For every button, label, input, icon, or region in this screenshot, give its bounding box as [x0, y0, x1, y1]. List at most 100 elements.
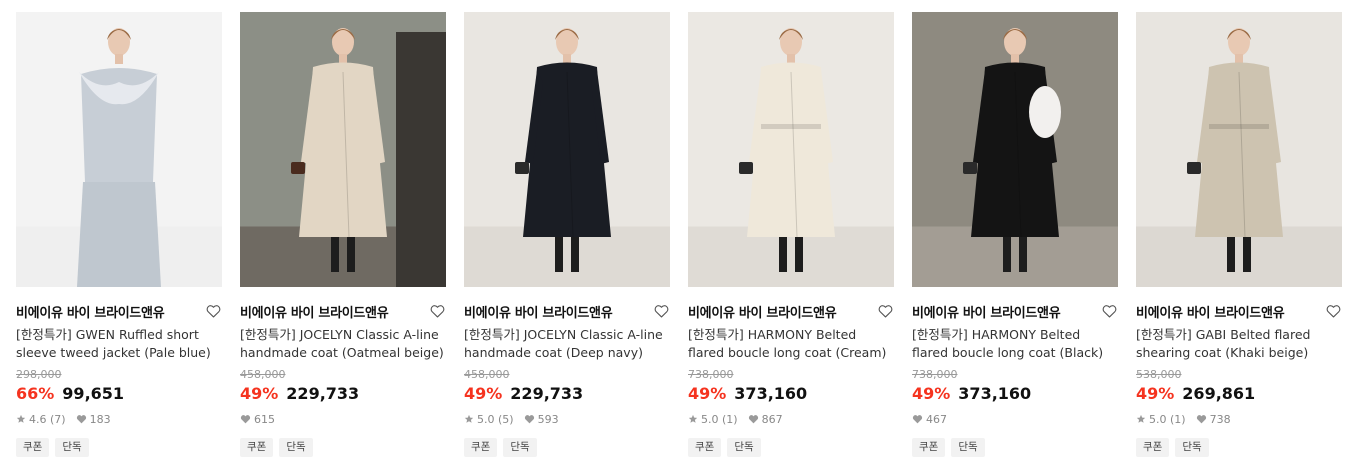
likes: 867: [748, 413, 783, 426]
rating-value: 4.6 (7): [29, 412, 66, 426]
likes-count: 183: [89, 412, 111, 426]
price-row: 49% 229,733: [240, 384, 446, 406]
brand-name[interactable]: 비에이유 바이 브라이드앤유: [240, 302, 389, 321]
heart-filled-icon: [240, 415, 251, 424]
price-row: 49% 373,160: [688, 384, 894, 406]
brand-row: 비에이유 바이 브라이드앤유: [464, 302, 670, 321]
rating: 4.6 (7): [16, 413, 66, 426]
original-price: 738,000: [688, 368, 734, 381]
product-tag: 단독: [279, 438, 313, 457]
brand-name[interactable]: 비에이유 바이 브라이드앤유: [464, 302, 613, 321]
heart-filled-icon: [76, 415, 86, 424]
brand-row: 비에이유 바이 브라이드앤유: [240, 302, 446, 321]
brand-name[interactable]: 비에이유 바이 브라이드앤유: [16, 302, 165, 321]
product-title[interactable]: [한정특가] HARMONY Belted flared boucle long…: [688, 326, 894, 362]
brand-name[interactable]: 비에이유 바이 브라이드앤유: [912, 302, 1061, 321]
price-row: 49% 269,861: [1136, 384, 1342, 406]
discount-rate: 49%: [912, 384, 951, 403]
meta-row: 467: [912, 412, 1118, 426]
product-title[interactable]: [한정특가] GWEN Ruffled short sleeve tweed j…: [16, 326, 222, 362]
likes-count: 738: [1209, 412, 1231, 426]
heart-filled-icon: [1196, 415, 1206, 424]
product-tag: 쿠폰: [912, 438, 946, 457]
star-icon: [1136, 414, 1146, 423]
star-icon: [464, 414, 474, 423]
product-tag: 쿠폰: [240, 438, 274, 457]
product-title[interactable]: [한정특가] JOCELYN Classic A-line handmade c…: [240, 326, 446, 362]
product-card[interactable]: 비에이유 바이 브라이드앤유 [한정특가] JOCELYN Classic A-…: [464, 12, 670, 457]
likes-count: 615: [254, 412, 275, 426]
original-price: 458,000: [464, 368, 510, 381]
original-price: 298,000: [16, 368, 62, 381]
sale-price: 229,733: [286, 384, 360, 403]
likes-count: 593: [537, 412, 559, 426]
discount-rate: 49%: [688, 384, 727, 403]
rating: 5.0 (1): [688, 413, 738, 426]
sale-price: 373,160: [734, 384, 808, 403]
star-icon: [688, 414, 698, 423]
product-tag: 쿠폰: [1136, 438, 1170, 457]
discount-rate: 49%: [240, 384, 279, 403]
discount-rate: 49%: [464, 384, 503, 403]
original-price: 538,000: [1136, 368, 1182, 381]
brand-name[interactable]: 비에이유 바이 브라이드앤유: [1136, 302, 1285, 321]
tag-list: 쿠폰 단독: [688, 438, 894, 457]
price-row: 49% 229,733: [464, 384, 670, 406]
rating-value: 5.0 (5): [477, 412, 514, 426]
likes: 593: [524, 413, 559, 426]
heart-filled-icon: [912, 415, 923, 424]
likes: 615: [240, 413, 275, 426]
product-card[interactable]: 비에이유 바이 브라이드앤유 [한정특가] GABI Belted flared…: [1136, 12, 1342, 457]
product-title[interactable]: [한정특가] GABI Belted flared shearing coat …: [1136, 326, 1342, 362]
product-image[interactable]: [1136, 12, 1342, 287]
original-price: 738,000: [912, 368, 958, 381]
product-tag: 단독: [55, 438, 89, 457]
likes: 738: [1196, 413, 1231, 426]
brand-row: 비에이유 바이 브라이드앤유: [16, 302, 222, 321]
brand-name[interactable]: 비에이유 바이 브라이드앤유: [688, 302, 837, 321]
meta-row: 5.0 (5) 593: [464, 412, 670, 426]
discount-rate: 49%: [1136, 384, 1175, 403]
product-image[interactable]: [464, 12, 670, 287]
heart-icon[interactable]: [652, 302, 670, 320]
product-card[interactable]: 비에이유 바이 브라이드앤유 [한정특가] HARMONY Belted fla…: [912, 12, 1118, 457]
rating-value: 5.0 (1): [1149, 412, 1186, 426]
product-title[interactable]: [한정특가] JOCELYN Classic A-line handmade c…: [464, 326, 670, 362]
product-card[interactable]: 비에이유 바이 브라이드앤유 [한정특가] JOCELYN Classic A-…: [240, 12, 446, 457]
heart-icon[interactable]: [1324, 302, 1342, 320]
product-tag: 단독: [503, 438, 537, 457]
product-title[interactable]: [한정특가] HARMONY Belted flared boucle long…: [912, 326, 1118, 362]
product-tag: 쿠폰: [16, 438, 50, 457]
product-tag: 쿠폰: [688, 438, 722, 457]
likes: 183: [76, 413, 111, 426]
product-image[interactable]: [688, 12, 894, 287]
heart-icon[interactable]: [428, 302, 446, 320]
likes-count: 867: [761, 412, 783, 426]
star-icon: [16, 414, 26, 423]
rating-value: 5.0 (1): [701, 412, 738, 426]
heart-icon[interactable]: [204, 302, 222, 320]
product-image[interactable]: [16, 12, 222, 287]
brand-row: 비에이유 바이 브라이드앤유: [1136, 302, 1342, 321]
meta-row: 5.0 (1) 867: [688, 412, 894, 426]
sale-price: 229,733: [510, 384, 584, 403]
price-row: 66% 99,651: [16, 384, 222, 406]
heart-icon[interactable]: [1100, 302, 1118, 320]
product-tag: 단독: [951, 438, 985, 457]
original-price: 458,000: [240, 368, 286, 381]
product-tag: 단독: [727, 438, 761, 457]
heart-filled-icon: [748, 415, 758, 424]
product-card[interactable]: 비에이유 바이 브라이드앤유 [한정특가] HARMONY Belted fla…: [688, 12, 894, 457]
tag-list: 쿠폰 단독: [1136, 438, 1342, 457]
rating: 5.0 (1): [1136, 413, 1186, 426]
product-card[interactable]: 비에이유 바이 브라이드앤유 [한정특가] GWEN Ruffled short…: [16, 12, 222, 457]
rating: 5.0 (5): [464, 413, 514, 426]
tag-list: 쿠폰 단독: [240, 438, 446, 457]
heart-filled-icon: [524, 415, 534, 424]
product-image[interactable]: [240, 12, 446, 287]
product-tag: 쿠폰: [464, 438, 498, 457]
heart-icon[interactable]: [876, 302, 894, 320]
likes: 467: [912, 413, 947, 426]
product-image[interactable]: [912, 12, 1118, 287]
sale-price: 269,861: [1182, 384, 1256, 403]
